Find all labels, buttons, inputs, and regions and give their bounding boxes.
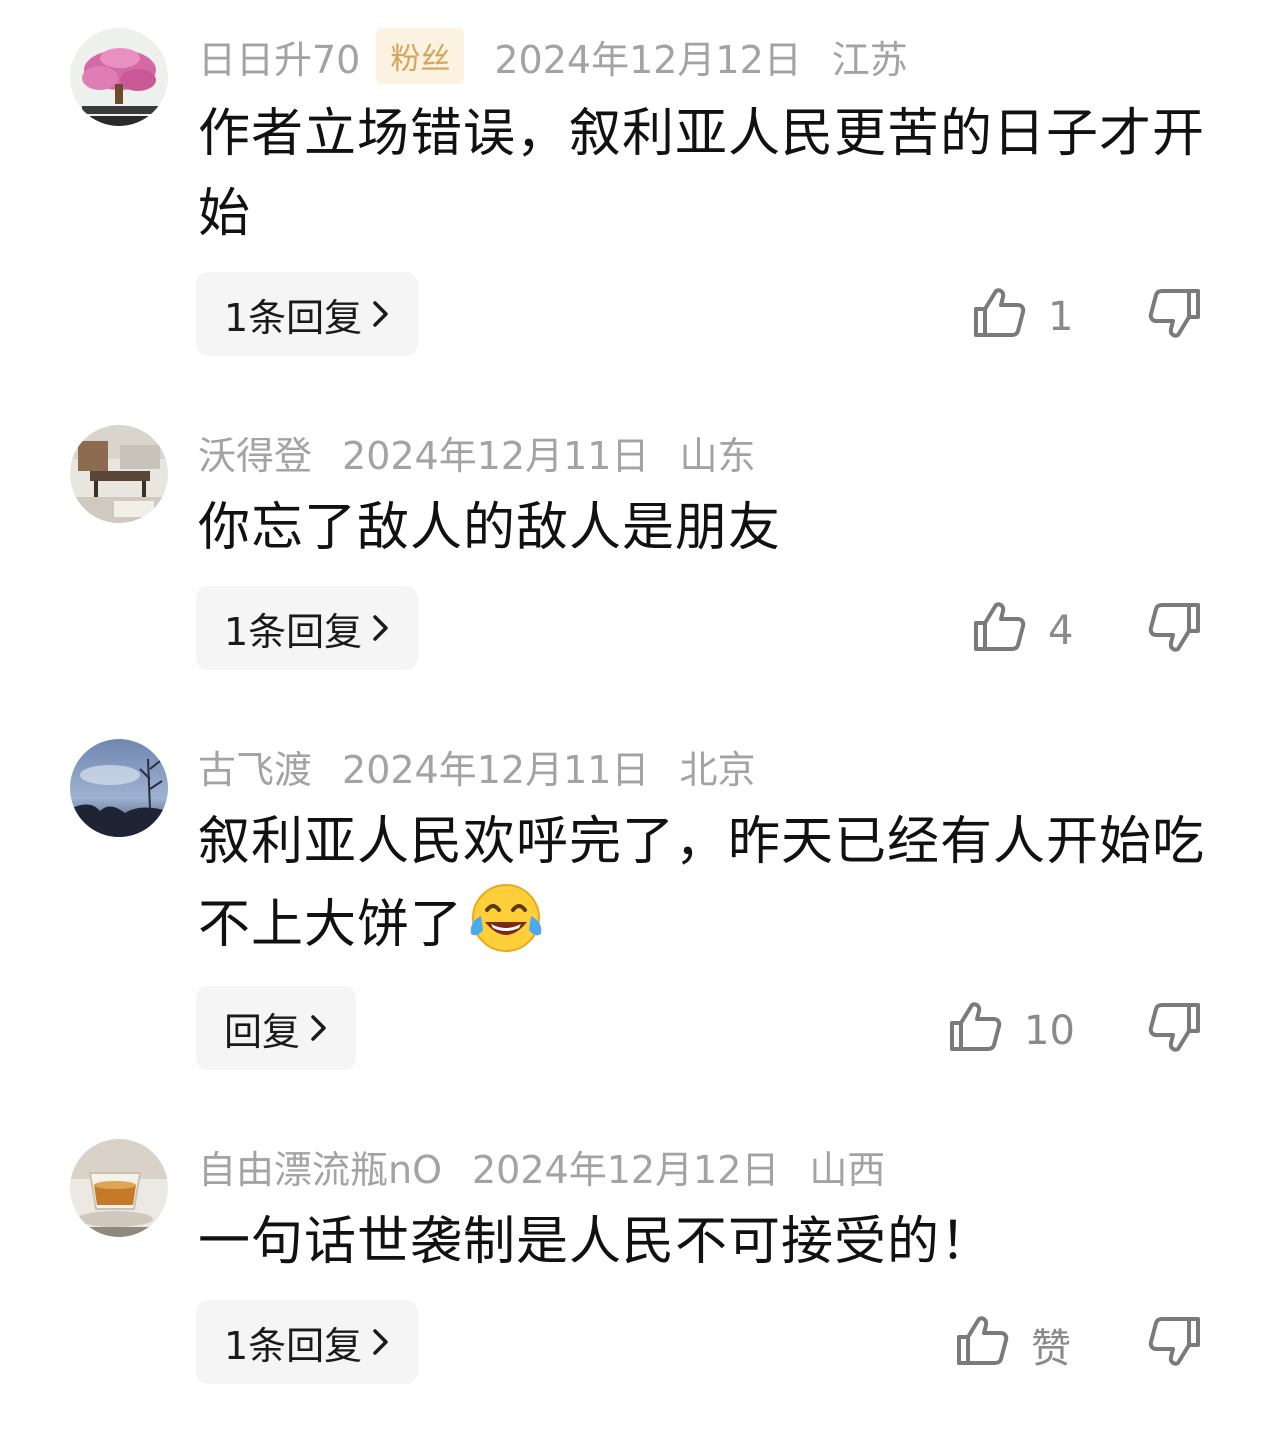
comment-date: 2024年12月11日	[342, 747, 650, 792]
chevron-right-icon	[372, 614, 390, 642]
comment-text: 你忘了敌人的敌人是朋友	[198, 498, 782, 558]
tea-cup-avatar-icon	[70, 1139, 168, 1237]
dislike-button[interactable]	[1148, 1315, 1202, 1373]
sky-trees-avatar-icon	[70, 739, 168, 837]
like-count: 10	[1024, 1008, 1075, 1054]
comment-meta: 古飞渡 2024年12月11日 北京	[198, 738, 785, 794]
username[interactable]: 古飞渡	[198, 739, 312, 794]
thumbs-down-icon	[1148, 1317, 1202, 1373]
tears-of-joy-emoji-icon	[467, 882, 545, 977]
comment-meta: 日日升70 粉丝 2024年12月12日 江苏	[198, 28, 938, 84]
chevron-right-icon	[310, 1014, 328, 1042]
comment-text: 一句话世袭制是人民不可接受的！	[198, 1212, 994, 1272]
user-avatar[interactable]	[70, 425, 168, 523]
like-count: 4	[1048, 608, 1074, 654]
comment-date: 2024年12月12日	[494, 37, 802, 82]
thumbs-up-icon	[972, 599, 1026, 663]
comment-meta: 沃得登 2024年12月11日 山东	[198, 424, 785, 480]
username[interactable]: 自由漂流瓶nO	[198, 1139, 442, 1194]
thumbs-up-icon	[948, 999, 1002, 1063]
fan-badge: 粉丝	[376, 28, 465, 84]
like-button[interactable]: 4	[972, 599, 1073, 663]
reply-button[interactable]: 1条回复	[196, 586, 419, 670]
bonsai-avatar-icon	[70, 28, 168, 126]
thumbs-up-icon	[972, 285, 1026, 349]
reply-label: 1条回复	[224, 1323, 363, 1368]
comment-location: 山西	[809, 1147, 886, 1192]
reply-button[interactable]: 1条回复	[196, 272, 419, 356]
like-button[interactable]: 1	[972, 285, 1073, 349]
thumbs-down-icon	[1148, 289, 1202, 345]
username[interactable]: 日日升70	[198, 29, 360, 84]
thumbs-down-icon	[1148, 1003, 1202, 1059]
like-count: 1	[1048, 294, 1074, 340]
room-interior-avatar-icon	[70, 425, 168, 523]
dislike-button[interactable]	[1148, 601, 1202, 659]
chevron-right-icon	[372, 300, 390, 328]
comment-date: 2024年12月11日	[342, 433, 650, 478]
dislike-button[interactable]	[1148, 287, 1202, 345]
user-avatar[interactable]	[70, 28, 168, 126]
comment-date: 2024年12月12日	[472, 1147, 780, 1192]
chevron-right-icon	[372, 1328, 390, 1356]
comment-location: 北京	[679, 747, 756, 792]
reply-label: 回复	[224, 1009, 301, 1054]
comment-meta: 自由漂流瓶nO 2024年12月12日 山西	[198, 1138, 915, 1194]
comment-text-content: 叙利亚人民欢呼完了，昨天已经有人开始吃不上大饼了	[198, 812, 1206, 955]
comment-location: 江苏	[831, 37, 908, 82]
like-count: 赞	[1031, 1326, 1071, 1372]
reply-button[interactable]: 回复	[196, 986, 357, 1070]
comment-text: 叙利亚人民欢呼完了，昨天已经有人开始吃不上大饼了	[198, 802, 1218, 977]
comment-location: 山东	[679, 433, 756, 478]
like-button[interactable]: 10	[948, 999, 1075, 1063]
comment-text: 作者立场错误，叙利亚人民更苦的日子才开始	[198, 104, 1206, 244]
like-button[interactable]: 赞	[955, 1313, 1071, 1377]
thumbs-down-icon	[1148, 603, 1202, 659]
user-avatar[interactable]	[70, 1139, 168, 1237]
thumbs-up-icon	[955, 1313, 1009, 1377]
reply-button[interactable]: 1条回复	[196, 1300, 419, 1384]
user-avatar[interactable]	[70, 739, 168, 837]
reply-label: 1条回复	[224, 295, 363, 340]
reply-label: 1条回复	[224, 609, 363, 654]
username[interactable]: 沃得登	[198, 425, 312, 480]
dislike-button[interactable]	[1148, 1001, 1202, 1059]
